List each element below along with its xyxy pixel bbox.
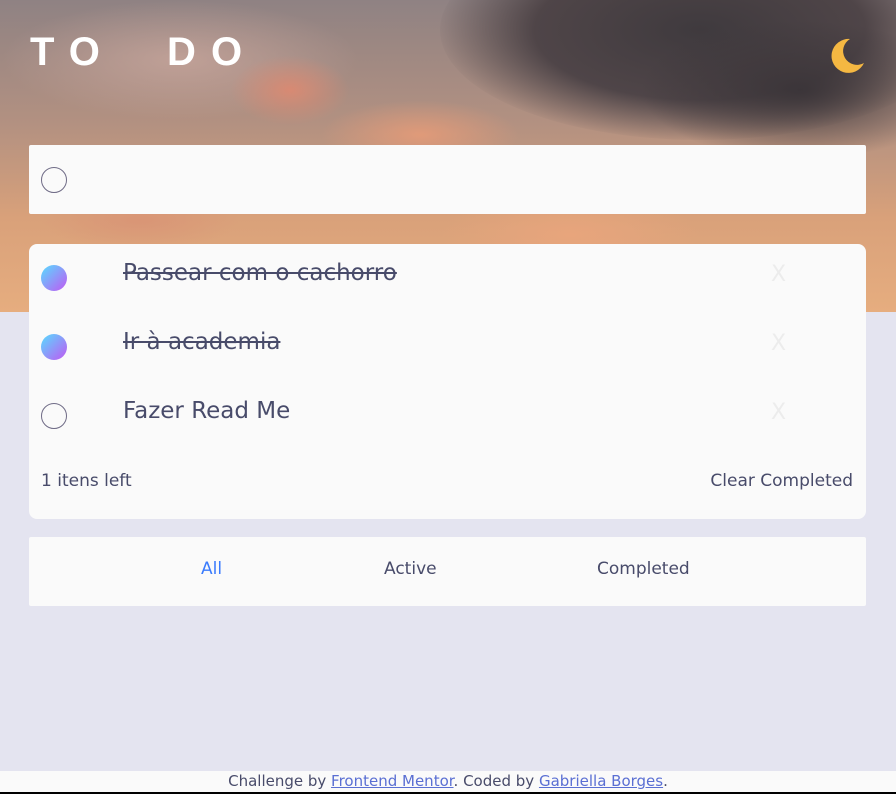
theme-toggle-button[interactable] <box>826 36 866 76</box>
filter-active[interactable]: Active <box>384 559 437 579</box>
new-todo-input[interactable] <box>119 145 839 214</box>
check-circle-icon[interactable] <box>41 265 67 291</box>
todo-item: Fazer Read Me X <box>29 382 866 451</box>
todo-text[interactable]: Fazer Read Me <box>123 398 290 424</box>
attribution: Challenge by Frontend Mentor. Coded by G… <box>0 771 896 794</box>
delete-button[interactable]: X <box>771 331 786 356</box>
todo-item: Ir à academia X <box>29 313 866 382</box>
filter-all[interactable]: All <box>201 559 222 579</box>
attribution-prefix: Challenge by <box>228 772 332 790</box>
delete-button[interactable]: X <box>771 262 786 287</box>
todo-text[interactable]: Passear com o cachorro <box>123 260 397 286</box>
moon-icon <box>831 38 864 73</box>
todo-item: Passear com o cachorro X <box>29 244 866 313</box>
author-link[interactable]: Gabriella Borges <box>539 772 663 790</box>
app-title: TO DO <box>30 30 258 74</box>
attribution-suffix: . <box>663 772 668 790</box>
todo-text[interactable]: Ir à academia <box>123 329 280 355</box>
items-left-count: 1 itens left <box>41 471 132 491</box>
new-todo-circle-icon <box>41 167 67 193</box>
filter-bar: All Active Completed <box>29 537 866 606</box>
check-circle-icon[interactable] <box>41 403 67 429</box>
todo-list: Passear com o cachorro X Ir à academia X… <box>29 244 866 519</box>
attribution-middle: . Coded by <box>453 772 539 790</box>
new-todo-card <box>29 145 866 214</box>
filter-completed[interactable]: Completed <box>597 559 690 579</box>
frontend-mentor-link[interactable]: Frontend Mentor <box>331 772 454 790</box>
clear-completed-button[interactable]: Clear Completed <box>710 471 853 491</box>
list-footer: 1 itens left Clear Completed <box>29 469 866 499</box>
delete-button[interactable]: X <box>771 400 786 425</box>
check-circle-icon[interactable] <box>41 334 67 360</box>
